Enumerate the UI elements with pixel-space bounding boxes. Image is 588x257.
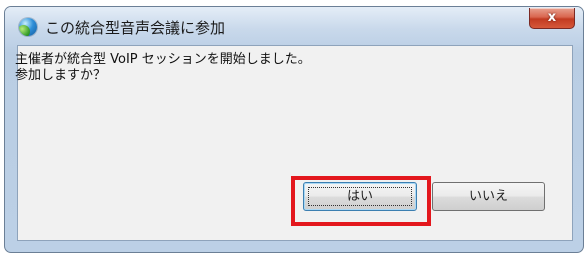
- message-line-1: 主催者が統合型 VoIP セッションを開始しました。: [15, 52, 311, 67]
- no-button-label: いいえ: [468, 189, 508, 204]
- close-button[interactable]: x: [529, 8, 575, 29]
- dialog-title: この統合型音声会議に参加: [45, 19, 226, 37]
- no-button[interactable]: いいえ: [432, 182, 545, 211]
- highlight-box: [291, 176, 431, 226]
- globe-icon: [19, 18, 37, 36]
- title-bar[interactable]: この統合型音声会議に参加 x: [5, 7, 583, 47]
- dialog-message: 主催者が統合型 VoIP セッションを開始しました。 参加しますか？: [15, 52, 311, 84]
- message-line-2: 参加しますか？: [15, 68, 107, 83]
